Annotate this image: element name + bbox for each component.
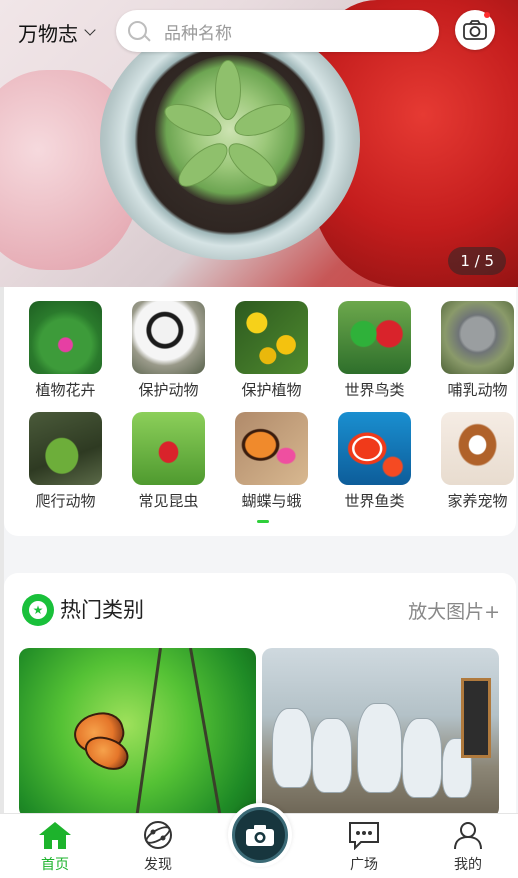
dog-icon (441, 412, 514, 485)
category-item[interactable]: 保护动物 (117, 301, 220, 400)
clownfish-icon (338, 412, 411, 485)
home-icon (39, 822, 71, 849)
tab-square[interactable]: 广场 (334, 820, 394, 874)
category-label: 哺乳动物 (447, 381, 508, 399)
category-item[interactable]: 世界鱼类 (323, 412, 426, 511)
category-label: 世界鱼类 (344, 492, 405, 510)
category-item[interactable]: 常见昆虫 (117, 412, 220, 511)
category-label: 蝴蝶与蛾 (241, 492, 302, 510)
hot-card-children[interactable] (262, 648, 499, 818)
tab-label: 我的 (454, 857, 482, 873)
category-label: 爬行动物 (35, 492, 96, 510)
tab-label: 广场 (350, 857, 378, 873)
hot-card-butterfly[interactable] (19, 648, 256, 818)
tab-profile[interactable]: 我的 (438, 820, 498, 874)
search-input[interactable]: 品种名称 (164, 19, 232, 44)
city-selector[interactable]: 万物志 (18, 18, 96, 47)
category-item[interactable]: 爬行动物 (14, 412, 117, 511)
category-label: 植物花卉 (35, 381, 96, 399)
user-icon (454, 822, 482, 850)
butterfly-icon (235, 412, 308, 485)
category-item[interactable]: 世界鸟类 (323, 301, 426, 400)
chat-icon (349, 822, 379, 850)
butterfly-image (69, 707, 164, 775)
category-item[interactable]: 家养宠物 (426, 412, 518, 511)
star-badge-icon: ★ (22, 594, 54, 626)
category-item[interactable]: 保护植物 (220, 301, 323, 400)
category-item[interactable]: 植物花卉 (14, 301, 117, 400)
enlarge-image-link[interactable]: 放大图片+ (408, 597, 500, 624)
center-camera-inner (232, 807, 288, 863)
category-label: 常见昆虫 (138, 492, 199, 510)
tab-label: 首页 (41, 857, 69, 873)
category-label: 保护动物 (138, 381, 199, 399)
insect-icon (132, 412, 205, 485)
tab-label: 发现 (144, 857, 172, 873)
lotus-icon (29, 301, 102, 374)
chevron-down-icon (84, 24, 96, 36)
search-bar[interactable]: 品种名称 (116, 10, 439, 52)
iguana-icon (29, 412, 102, 485)
tab-discover[interactable]: 发现 (128, 820, 188, 874)
category-grid: 植物花卉 保护动物 保护植物 世界鸟类 哺乳动物 爬行动物 常见昆虫 蝴蝶与蛾 (14, 301, 514, 511)
tab-home[interactable]: 首页 (25, 820, 85, 874)
discover-icon (144, 821, 172, 849)
hot-title: 热门类别 (60, 598, 144, 622)
category-label: 保护植物 (241, 381, 302, 399)
search-icon (126, 19, 150, 43)
parrot-icon (338, 301, 411, 374)
banner-succulent (155, 55, 305, 205)
banner-page-counter: 1 / 5 (448, 247, 506, 275)
category-label: 家养宠物 (447, 492, 508, 510)
camera-button[interactable] (455, 10, 495, 50)
category-item[interactable]: 哺乳动物 (426, 301, 518, 400)
camera-icon (246, 825, 274, 846)
notification-dot (484, 12, 490, 18)
panda-icon (132, 301, 205, 374)
page-indicator (257, 520, 269, 523)
category-item[interactable]: 蝴蝶与蛾 (220, 412, 323, 511)
category-label: 世界鸟类 (344, 381, 405, 399)
camera-icon (463, 20, 487, 40)
yellow-flower-icon (235, 301, 308, 374)
center-camera-button[interactable] (228, 803, 292, 867)
easel (461, 678, 491, 758)
koala-icon (441, 301, 514, 374)
hot-section: ★ 热门类别 放大图片+ (4, 573, 516, 833)
city-label: 万物志 (18, 22, 78, 46)
category-panel: 植物花卉 保护动物 保护植物 世界鸟类 哺乳动物 爬行动物 常见昆虫 蝴蝶与蛾 (4, 287, 516, 536)
